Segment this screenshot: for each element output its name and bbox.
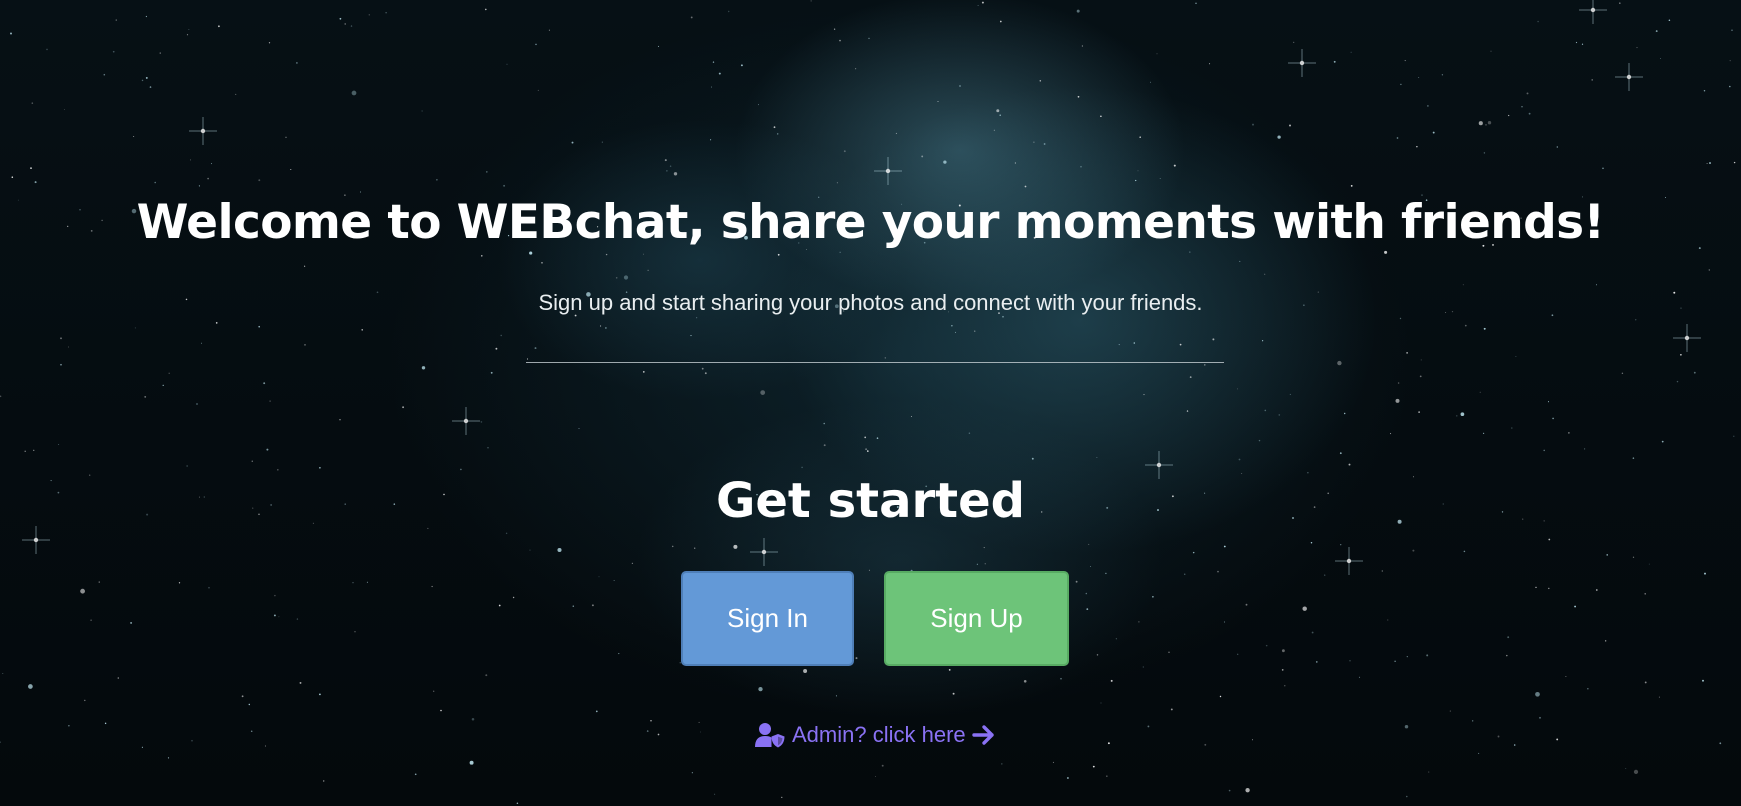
page-title: Welcome to WEBchat, share your moments w… xyxy=(136,195,1605,250)
admin-link-label: Admin? click here xyxy=(792,722,966,747)
sign-in-button[interactable]: Sign In xyxy=(681,571,854,666)
admin-link[interactable]: Admin? click here xyxy=(754,718,996,752)
page-subtitle: Sign up and start sharing your photos an… xyxy=(538,290,1203,315)
sign-in-label: Sign In xyxy=(727,603,808,633)
sign-up-button[interactable]: Sign Up xyxy=(884,571,1069,666)
arrow-right-icon xyxy=(971,724,996,746)
sign-up-label: Sign Up xyxy=(930,603,1023,633)
landing-content: Welcome to WEBchat, share your moments w… xyxy=(0,0,1741,806)
user-shield-icon xyxy=(754,722,786,748)
get-started-heading: Get started xyxy=(715,473,1026,529)
divider xyxy=(526,362,1224,363)
